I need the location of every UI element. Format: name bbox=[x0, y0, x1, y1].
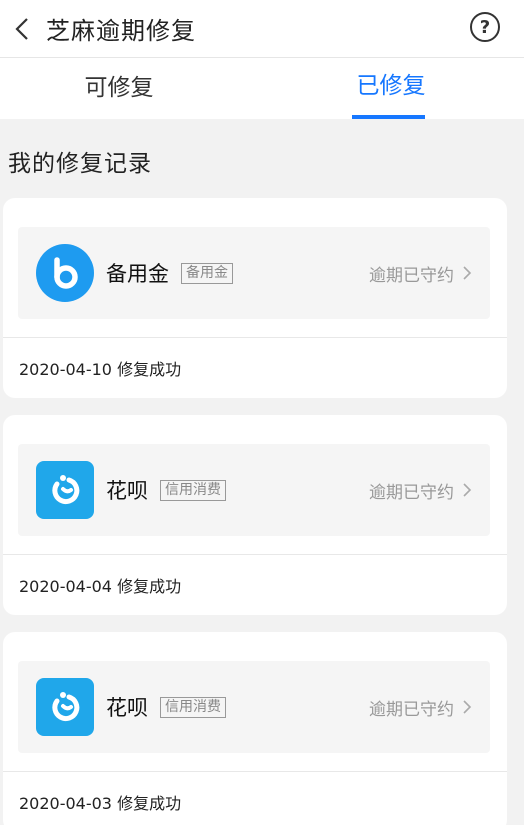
tab-bar: 可修复 已修复 bbox=[0, 58, 524, 119]
top-bar: 芝麻逾期修复 ? bbox=[0, 0, 524, 58]
tab-label: 可修复 bbox=[84, 74, 154, 101]
divider bbox=[3, 554, 507, 555]
chevron-right-icon bbox=[463, 483, 472, 497]
record-item[interactable]: 花呗 信用消费 逾期已守约 bbox=[18, 661, 490, 753]
app-name: 花呗 bbox=[106, 696, 148, 720]
section-title: 我的修复记录 bbox=[8, 151, 152, 177]
record-card: 花呗 信用消费 逾期已守约 2020-04-04 修复成功 bbox=[3, 415, 507, 615]
category-tag: 备用金 bbox=[181, 262, 233, 284]
beiyongjin-icon bbox=[36, 244, 94, 302]
record-status: 逾期已守约 bbox=[369, 227, 472, 319]
page-title: 芝麻逾期修复 bbox=[46, 17, 196, 45]
divider bbox=[3, 771, 507, 772]
back-button[interactable] bbox=[0, 0, 44, 58]
category-tag: 信用消费 bbox=[160, 479, 226, 501]
chevron-right-icon bbox=[463, 266, 472, 280]
chevron-right-icon bbox=[463, 700, 472, 714]
chevron-left-icon bbox=[15, 17, 28, 40]
category-tag: 信用消费 bbox=[160, 696, 226, 718]
help-icon[interactable]: ? bbox=[470, 12, 500, 42]
divider bbox=[3, 337, 507, 338]
record-card: 备用金 备用金 逾期已守约 2020-04-10 修复成功 bbox=[3, 198, 507, 398]
record-item[interactable]: 备用金 备用金 逾期已守约 bbox=[18, 227, 490, 319]
active-tab-indicator bbox=[352, 115, 425, 119]
tab-repairable[interactable]: 可修复 bbox=[0, 58, 262, 119]
status-text: 逾期已守约 bbox=[369, 482, 454, 503]
huabei-icon bbox=[36, 678, 94, 736]
app-name: 备用金 bbox=[106, 262, 169, 286]
record-date: 2020-04-03 修复成功 bbox=[19, 794, 182, 813]
record-date: 2020-04-10 修复成功 bbox=[19, 360, 182, 379]
tab-repaired[interactable]: 已修复 bbox=[262, 58, 524, 119]
huabei-icon bbox=[36, 461, 94, 519]
tab-label: 已修复 bbox=[356, 72, 426, 99]
status-text: 逾期已守约 bbox=[369, 699, 454, 720]
record-item[interactable]: 花呗 信用消费 逾期已守约 bbox=[18, 444, 490, 536]
record-status: 逾期已守约 bbox=[369, 444, 472, 536]
record-date: 2020-04-04 修复成功 bbox=[19, 577, 182, 596]
app-name: 花呗 bbox=[106, 479, 148, 503]
status-text: 逾期已守约 bbox=[369, 265, 454, 286]
record-status: 逾期已守约 bbox=[369, 661, 472, 753]
record-card: 花呗 信用消费 逾期已守约 2020-04-03 修复成功 bbox=[3, 632, 507, 825]
